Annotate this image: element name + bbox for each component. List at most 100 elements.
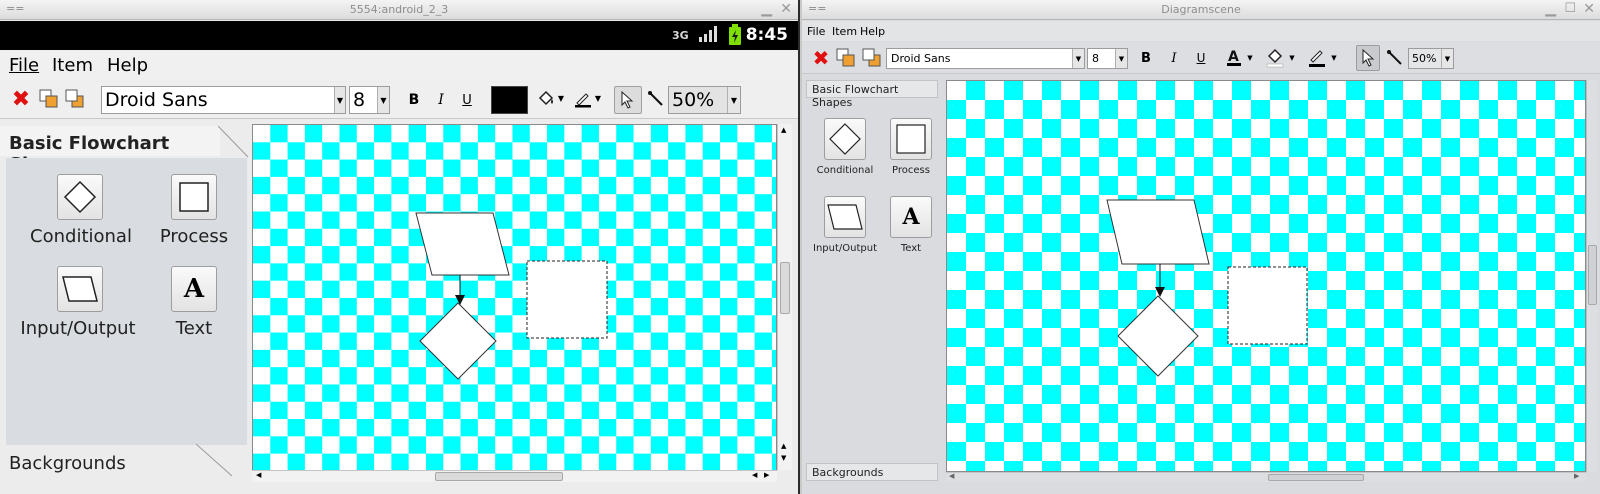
scroll-down-icon[interactable]: ▼ [781, 454, 786, 462]
pointer-icon[interactable] [614, 86, 642, 114]
scroll-left-icon[interactable]: ◀ [256, 471, 261, 479]
process-shape-button[interactable] [171, 174, 217, 220]
scroll-up-icon[interactable]: ▲ [781, 126, 786, 134]
toolbar: ✖ Droid Sans ▼ 8 ▼ B I U A ▼ ▼ ▼ 50% ▼ [802, 42, 1600, 74]
line-connector-icon[interactable] [645, 88, 667, 110]
vertical-scrollbar[interactable]: ▲ ▲ ▼ [777, 124, 792, 470]
chevron-down-icon[interactable]: ▼ [593, 92, 603, 104]
delete-icon[interactable]: ✖ [810, 46, 832, 70]
font-combo[interactable]: Droid Sans ▼ [101, 86, 346, 114]
scrollbar-thumb[interactable] [1268, 474, 1364, 481]
panel-title: Basic Flowchart Shapes [812, 83, 899, 109]
close-button[interactable]: ✕ [1583, 1, 1595, 17]
horizontal-scrollbar[interactable]: ◀ ▶ [946, 472, 1586, 482]
chevron-down-icon[interactable]: ▼ [1329, 52, 1339, 64]
line-color-icon[interactable] [1307, 47, 1327, 69]
font-size-combo[interactable]: 8 ▼ [1087, 48, 1128, 69]
scrollbar-thumb[interactable] [435, 472, 563, 481]
chevron-down-icon[interactable]: ▼ [556, 92, 566, 104]
diagram-shapes [415, 212, 608, 380]
shapes-panel: Basic Flowchart Shapes Conditional Proce… [802, 75, 942, 494]
input-output-shape-button[interactable] [824, 196, 866, 238]
text-color-icon[interactable]: A [1225, 47, 1243, 69]
send-to-back-icon[interactable] [64, 88, 86, 110]
parallelogram-icon [62, 276, 98, 302]
horizontal-scrollbar[interactable]: ◀ ◀ ▶ [252, 470, 777, 482]
input-output-item[interactable] [1106, 199, 1210, 265]
arrow-head-icon [1155, 287, 1165, 297]
scroll-right-icon[interactable]: ▶ [1574, 472, 1579, 480]
process-item-selected[interactable] [1227, 266, 1308, 345]
send-to-back-icon[interactable] [862, 48, 882, 68]
chevron-down-icon[interactable]: ▼ [1245, 52, 1255, 64]
menu-file[interactable]: File [9, 55, 39, 76]
conditional-item[interactable] [1117, 295, 1199, 377]
zoom-value: 50% [1412, 52, 1437, 65]
font-combo-value: Droid Sans [891, 52, 951, 65]
process-item-selected[interactable] [526, 260, 608, 339]
title-bar[interactable]: == Diagramscene ▁ ☐ ✕ [802, 0, 1600, 20]
input-output-label: Input/Output [813, 243, 877, 254]
scrollbar-thumb[interactable] [1588, 245, 1597, 305]
bold-button[interactable]: B [1137, 49, 1155, 67]
menu-help[interactable]: Help [107, 55, 148, 76]
close-button[interactable]: ✕ [780, 1, 792, 17]
vertical-scrollbar[interactable] [1586, 80, 1598, 472]
panel-header[interactable]: Basic Flowchart Shapes [0, 126, 220, 175]
scroll-left-icon[interactable]: ◀ [752, 471, 757, 479]
conditional-shape-button[interactable] [57, 174, 103, 220]
chevron-down-icon[interactable]: ▼ [1287, 52, 1297, 64]
italic-button[interactable]: I [431, 90, 451, 110]
text-shape-button[interactable]: A [890, 196, 932, 238]
minimize-button[interactable]: ▁ [761, 1, 772, 17]
font-combo[interactable]: Droid Sans ▼ [886, 48, 1085, 69]
zoom-combo[interactable]: 50% ▼ [668, 86, 741, 114]
emulator-window: == 5554:android_2_3 ▁ ✕ 3G 8:45 File Ite… [0, 0, 800, 494]
underline-button[interactable]: U [457, 90, 477, 110]
conditional-shape-button[interactable] [824, 118, 866, 160]
scroll-up-icon[interactable]: ▲ [781, 442, 786, 450]
text-icon: A [183, 274, 205, 304]
underline-button[interactable]: U [1192, 49, 1210, 67]
text-shape-button[interactable]: A [171, 266, 217, 312]
backgrounds-tab[interactable]: Backgrounds [806, 463, 938, 481]
line-connector-icon[interactable] [1385, 48, 1405, 68]
fill-bucket-icon[interactable] [536, 88, 556, 110]
scroll-left-icon[interactable]: ◀ [949, 472, 954, 480]
bring-to-front-icon[interactable] [836, 48, 856, 68]
menu-item[interactable]: Item [832, 25, 857, 38]
minimize-button[interactable]: ▁ [1545, 1, 1556, 17]
conditional-label: Conditional [30, 226, 132, 247]
panel-header[interactable]: Basic Flowchart Shapes [806, 80, 938, 109]
line-color-icon[interactable] [573, 88, 593, 110]
diagram-canvas[interactable] [946, 80, 1586, 472]
italic-button[interactable]: I [1165, 49, 1183, 67]
diamond-icon [63, 180, 97, 214]
maximize-button[interactable]: ☐ [1564, 1, 1576, 16]
pointer-icon[interactable] [1356, 45, 1380, 71]
conditional-label: Conditional [816, 165, 874, 176]
scrollbar-thumb[interactable] [780, 262, 790, 314]
diagram-canvas[interactable] [252, 124, 777, 482]
delete-icon[interactable]: ✖ [10, 87, 32, 112]
zoom-combo[interactable]: 50% ▼ [1408, 48, 1454, 69]
input-output-shape-button[interactable] [57, 266, 103, 312]
bold-button[interactable]: B [404, 90, 424, 110]
backgrounds-label: Backgrounds [9, 453, 126, 474]
font-size-combo[interactable]: 8 ▼ [349, 86, 390, 114]
menu-help[interactable]: Help [860, 25, 885, 38]
input-output-label: Input/Output [20, 318, 136, 339]
fill-bucket-icon[interactable] [1265, 47, 1285, 69]
menu-file[interactable]: File [807, 25, 825, 38]
scroll-right-icon[interactable]: ▶ [764, 471, 769, 479]
input-output-item[interactable] [415, 212, 510, 276]
process-shape-button[interactable] [890, 118, 932, 160]
menu-item[interactable]: Item [52, 55, 93, 76]
square-icon [896, 124, 926, 154]
title-bar[interactable]: == 5554:android_2_3 ▁ ✕ [0, 0, 798, 20]
android-status-bar: 3G 8:45 [0, 21, 798, 50]
text-color-swatch[interactable] [491, 86, 528, 114]
conditional-item[interactable] [419, 302, 497, 380]
bring-to-front-icon[interactable] [38, 88, 60, 110]
font-combo-value: Droid Sans [105, 89, 208, 111]
